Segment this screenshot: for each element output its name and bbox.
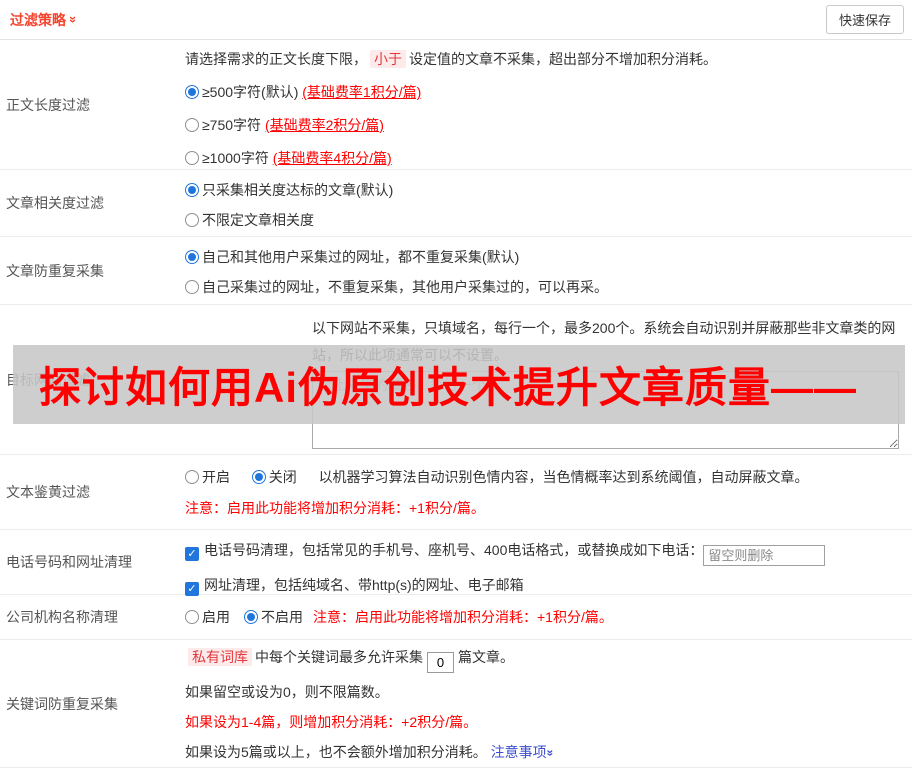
length-option-500[interactable]: ≥500字符(默认) (基础费率1积分/篇): [185, 82, 904, 102]
section-title-toggle[interactable]: 过滤策略: [10, 10, 77, 30]
porn-option-off[interactable]: 关闭: [251, 469, 297, 485]
relevance-option-any[interactable]: 不限定文章相关度: [185, 210, 904, 230]
dedup-option-own[interactable]: 自己采集过的网址，不重复采集，其他用户采集过的，可以再采。: [185, 277, 904, 297]
row-label: 公司机构名称清理: [6, 609, 118, 625]
radio-selected-icon[interactable]: [185, 250, 199, 264]
company-option-on[interactable]: 启用: [185, 607, 230, 627]
less-than-highlight: 小于: [370, 50, 406, 68]
replacement-phone-input[interactable]: [703, 545, 826, 566]
overlay-banner: 探讨如何用Ai伪原创技术提升文章质量——: [13, 345, 905, 424]
row-label: 关键词防重复采集: [6, 695, 118, 712]
double-chevron-down-icon: [67, 16, 80, 23]
length-option-750[interactable]: ≥750字符 (基础费率2积分/篇): [185, 115, 904, 135]
row-label: 文本鉴黄过滤: [6, 484, 90, 500]
overlay-banner-text: 探讨如何用Ai伪原创技术提升文章质量——: [39, 364, 858, 411]
row-porn-filter: 文本鉴黄过滤 开启 关闭 以机器学习算法自动识别色情内容，当色情概率达到系统阈值…: [0, 455, 912, 530]
private-lexicon-highlight[interactable]: 私有词库: [188, 648, 252, 666]
topbar: 过滤策略 快速保存: [0, 0, 912, 40]
radio-icon[interactable]: [185, 610, 199, 624]
keyword-note-five: 如果设为5篇或以上，也不会额外增加积分消耗。 注意事项: [185, 741, 904, 763]
radio-selected-icon[interactable]: [251, 470, 266, 484]
keyword-note-cost: 如果设为1-4篇，则增加积分消耗：+2积分/篇。: [185, 714, 478, 730]
length-intro: 请选择需求的正文长度下限， 小于 设定值的文章不采集，超出部分不增加积分消耗。: [185, 50, 717, 68]
length-option-1000[interactable]: ≥1000字符 (基础费率4积分/篇): [185, 148, 904, 168]
company-option-off[interactable]: 不启用: [244, 607, 303, 627]
row-label: 文章防重复采集: [6, 262, 104, 279]
phone-clean-option: 电话号码清理，包括常见的手机号、座机号、400电话格式，或替换成如下电话：: [185, 538, 904, 566]
porn-filter-options: 开启 关闭 以机器学习算法自动识别色情内容，当色情概率达到系统阈值，自动屏蔽文章…: [185, 467, 904, 487]
porn-filter-cost-note: 注意：启用此功能将增加积分消耗：+1积分/篇。: [185, 500, 485, 516]
row-relevance-filter: 文章相关度过滤 只采集相关度达标的文章(默认) 不限定文章相关度: [0, 170, 912, 237]
radio-selected-icon[interactable]: [185, 85, 199, 99]
checkbox-checked-icon[interactable]: [185, 547, 199, 561]
keyword-limit-line: 私有词库中每个关键词最多允许采集篇文章。: [185, 646, 904, 673]
dedup-option-global[interactable]: 自己和其他用户采集过的网址，都不重复采集(默认): [185, 247, 904, 267]
keyword-limit-input[interactable]: [427, 652, 454, 673]
radio-icon[interactable]: [185, 280, 199, 294]
notice-link[interactable]: 注意事项: [491, 744, 554, 760]
double-chevron-down-icon: [544, 750, 556, 757]
filter-settings-page: 过滤策略 快速保存 正文长度过滤 请选择需求的正文长度下限，小于设定值的文章不采…: [0, 0, 912, 768]
fee-note: (基础费率2积分/篇): [264, 117, 384, 133]
fee-note: (基础费率1积分/篇): [302, 84, 422, 100]
relevance-option-strict[interactable]: 只采集相关度达标的文章(默认): [185, 180, 904, 200]
row-content-length-filter: 正文长度过滤 请选择需求的正文长度下限， 小于 设定值的文章不采集，超出部分不增加积…: [0, 40, 912, 170]
quick-save-button[interactable]: 快速保存: [825, 5, 904, 34]
url-clean-option: 网址清理，包括纯域名、带http(s)的网址、电子邮箱: [185, 573, 904, 597]
porn-option-on[interactable]: 开启: [185, 469, 230, 485]
radio-icon[interactable]: [185, 213, 199, 227]
keyword-note-zero: 如果留空或设为0，则不限篇数。: [185, 684, 389, 700]
checkbox-checked-icon[interactable]: [185, 582, 199, 596]
row-keyword-dedup: 关键词防重复采集 私有词库中每个关键词最多允许采集篇文章。 如果留空或设为0，则…: [0, 640, 912, 768]
radio-icon[interactable]: [185, 151, 199, 165]
row-phone-url-clean: 电话号码和网址清理 电话号码清理，包括常见的手机号、座机号、400电话格式，或替…: [0, 530, 912, 597]
row-label: 文章相关度过滤: [6, 195, 104, 211]
row-dedup-collection: 文章防重复采集 自己和其他用户采集过的网址，都不重复采集(默认) 自己采集过的网…: [0, 237, 912, 305]
page-title: 过滤策略: [10, 11, 66, 28]
radio-icon[interactable]: [185, 470, 199, 484]
radio-selected-icon[interactable]: [244, 610, 258, 624]
row-label: 正文长度过滤: [6, 96, 90, 113]
company-clean-cost-note: 注意：启用此功能将增加积分消耗：+1积分/篇。: [313, 609, 613, 625]
radio-icon[interactable]: [185, 118, 199, 132]
row-label: 电话号码和网址清理: [6, 554, 132, 570]
porn-filter-description: 以机器学习算法自动识别色情内容，当色情概率达到系统阈值，自动屏蔽文章。: [318, 469, 809, 485]
row-company-clean: 公司机构名称清理 启用 不启用 注意：启用此功能将增加积分消耗：+1积分/篇。: [0, 595, 912, 640]
radio-selected-icon[interactable]: [185, 183, 199, 197]
fee-note: (基础费率4积分/篇): [272, 150, 392, 166]
